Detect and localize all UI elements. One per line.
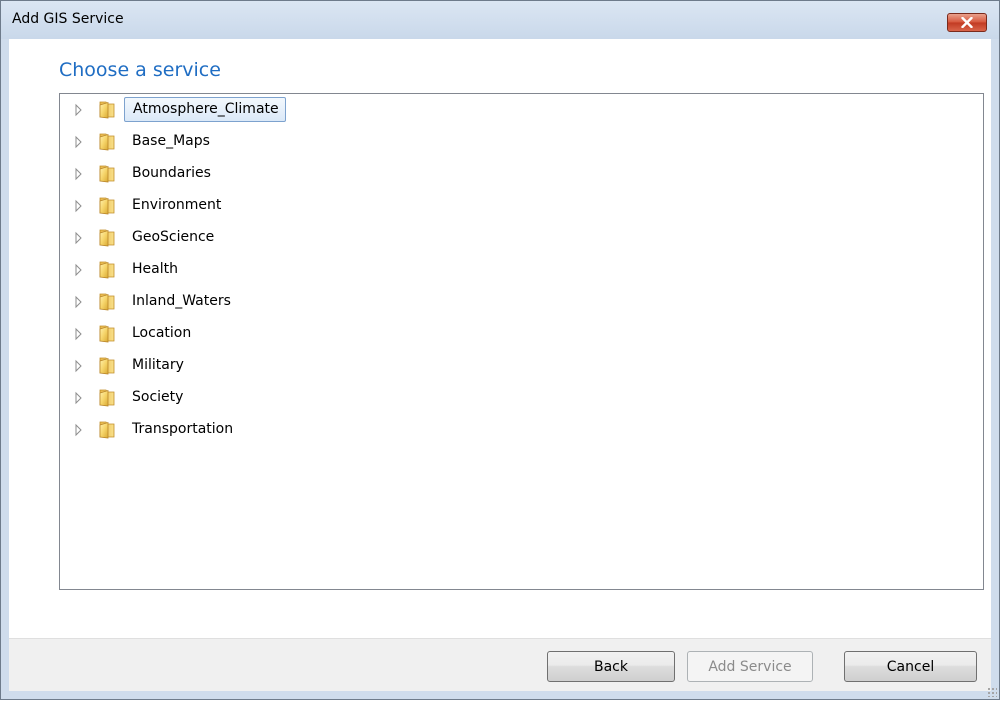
folder-icon	[98, 356, 117, 375]
add-service-button[interactable]: Add Service	[687, 651, 813, 682]
tree-item[interactable]: Location	[60, 320, 983, 346]
folder-icon	[98, 260, 117, 279]
folder-icon	[98, 324, 117, 343]
expand-arrow-icon[interactable]	[74, 358, 84, 373]
tree-item[interactable]: Society	[60, 384, 983, 410]
tree-item-label[interactable]: Military	[127, 356, 189, 375]
tree-item[interactable]: Health	[60, 256, 983, 282]
folder-icon	[98, 420, 117, 439]
add-gis-service-dialog: Add GIS Service Choose a service Atmosph…	[0, 0, 1000, 700]
tree-item-label[interactable]: Base_Maps	[127, 132, 215, 151]
close-icon	[961, 17, 973, 28]
expand-arrow-icon[interactable]	[74, 422, 84, 437]
tree-item[interactable]: Military	[60, 352, 983, 378]
button-bar: Back Add Service Cancel	[9, 638, 991, 691]
tree-item-label[interactable]: Transportation	[127, 420, 238, 439]
close-button[interactable]	[947, 13, 987, 32]
expand-arrow-icon[interactable]	[74, 166, 84, 181]
folder-icon	[98, 292, 117, 311]
tree-item-label[interactable]: Health	[127, 260, 183, 279]
title-bar[interactable]: Add GIS Service	[1, 1, 999, 39]
expand-arrow-icon[interactable]	[74, 230, 84, 245]
folder-icon	[98, 100, 117, 119]
tree-item-label[interactable]: Location	[127, 324, 196, 343]
tree-item-label[interactable]: Society	[127, 388, 188, 407]
expand-arrow-icon[interactable]	[74, 134, 84, 149]
tree-item[interactable]: Boundaries	[60, 160, 983, 186]
tree-item-label[interactable]: Atmosphere_Climate	[124, 97, 286, 122]
folder-icon	[98, 164, 117, 183]
tree-item-label[interactable]: GeoScience	[127, 228, 219, 247]
expand-arrow-icon[interactable]	[74, 262, 84, 277]
tree-item-label[interactable]: Environment	[127, 196, 226, 215]
folder-icon	[98, 228, 117, 247]
expand-arrow-icon[interactable]	[74, 102, 84, 117]
tree-item-label[interactable]: Inland_Waters	[127, 292, 236, 311]
expand-arrow-icon[interactable]	[74, 294, 84, 309]
folder-icon	[98, 132, 117, 151]
tree-item[interactable]: Transportation	[60, 416, 983, 442]
expand-arrow-icon[interactable]	[74, 390, 84, 405]
tree-item[interactable]: Atmosphere_Climate	[60, 96, 983, 122]
resize-grip[interactable]	[987, 687, 997, 697]
back-button[interactable]: Back	[547, 651, 675, 682]
folder-icon	[98, 388, 117, 407]
page-heading: Choose a service	[59, 59, 221, 81]
service-tree[interactable]: Atmosphere_Climate Base_Maps Boundaries	[59, 93, 984, 590]
cancel-button[interactable]: Cancel	[844, 651, 977, 682]
expand-arrow-icon[interactable]	[74, 198, 84, 213]
tree-item[interactable]: Base_Maps	[60, 128, 983, 154]
folder-icon	[98, 196, 117, 215]
tree-item[interactable]: GeoScience	[60, 224, 983, 250]
window-title: Add GIS Service	[12, 11, 124, 27]
expand-arrow-icon[interactable]	[74, 326, 84, 341]
tree-item[interactable]: Inland_Waters	[60, 288, 983, 314]
tree-item[interactable]: Environment	[60, 192, 983, 218]
tree-item-label[interactable]: Boundaries	[127, 164, 216, 183]
